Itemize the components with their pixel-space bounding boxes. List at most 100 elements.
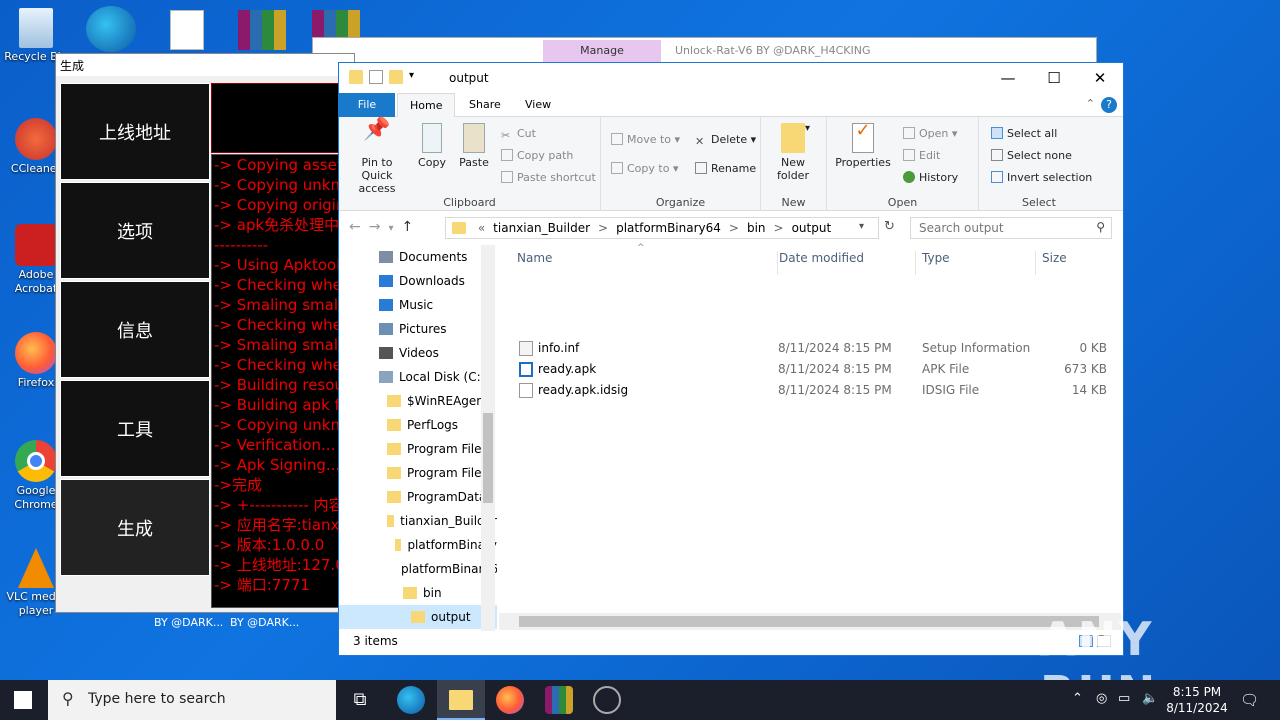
breadcrumb-item[interactable]: output bbox=[792, 221, 832, 235]
copy-to-button[interactable]: Copy to ▾ bbox=[611, 162, 678, 175]
help-icon[interactable]: ? bbox=[1101, 97, 1117, 113]
customize-qat-icon[interactable]: ▾ bbox=[409, 70, 423, 84]
column-header-type[interactable]: Type bbox=[915, 251, 950, 275]
builder-window[interactable]: 生成 上线地址 选项 信息 工具 生成 -> Copying assets -> … bbox=[55, 53, 356, 629]
breadcrumb-separator[interactable]: > bbox=[774, 221, 784, 235]
breadcrumb-separator[interactable]: > bbox=[598, 221, 608, 235]
background-window-tab[interactable]: Manage bbox=[543, 40, 661, 62]
collapse-ribbon-icon[interactable]: ⌃ bbox=[1086, 97, 1095, 110]
up-arrow-icon[interactable]: ↑ bbox=[402, 219, 422, 235]
tab-share[interactable]: Share bbox=[457, 93, 513, 117]
copy-path-button[interactable]: Copy path bbox=[501, 149, 573, 162]
nav-scrollbar[interactable] bbox=[481, 245, 495, 631]
tray-chevron-icon[interactable]: ⌃ bbox=[1072, 691, 1083, 706]
back-arrow-icon[interactable]: ← bbox=[349, 219, 369, 235]
nav-item[interactable]: Downloads bbox=[339, 269, 497, 293]
nav-item[interactable]: $WinREAgent bbox=[339, 389, 497, 413]
nav-item[interactable]: PerfLogs bbox=[339, 413, 497, 437]
column-header-date[interactable]: Date modified bbox=[777, 251, 864, 275]
file-list-hscrollbar[interactable] bbox=[499, 613, 1121, 630]
breadcrumb-separator[interactable]: > bbox=[729, 221, 739, 235]
volume-icon[interactable]: 🔈 bbox=[1142, 691, 1158, 706]
winrar-desktop-icon-2[interactable] bbox=[312, 10, 360, 40]
refresh-icon[interactable]: ↻ bbox=[884, 219, 895, 234]
maximize-icon[interactable]: ☐ bbox=[1031, 63, 1077, 93]
history-button[interactable]: History bbox=[903, 171, 958, 184]
scrollbar-thumb[interactable] bbox=[483, 413, 493, 503]
nav-item[interactable]: output bbox=[339, 605, 497, 629]
address-dropdown-icon[interactable]: ▾ bbox=[859, 221, 864, 232]
builder-nav-options[interactable]: 选项 bbox=[60, 182, 210, 279]
start-button[interactable] bbox=[14, 691, 32, 709]
winrar-taskbar-icon[interactable] bbox=[545, 686, 573, 714]
breadcrumb-item[interactable]: tianxian_Builder bbox=[493, 221, 590, 235]
nav-item[interactable]: Music bbox=[339, 293, 497, 317]
builder-nav-info[interactable]: 信息 bbox=[60, 281, 210, 378]
nav-item[interactable]: Pictures bbox=[339, 317, 497, 341]
app-taskbar-icon[interactable] bbox=[593, 686, 621, 714]
explorer-taskbar-button[interactable] bbox=[437, 680, 485, 720]
firefox-taskbar-icon[interactable] bbox=[496, 686, 524, 714]
nav-item[interactable]: platformBinary64 bbox=[339, 557, 497, 581]
edge-taskbar-icon[interactable] bbox=[397, 686, 425, 714]
network-icon[interactable]: ▭ bbox=[1118, 691, 1130, 706]
invert-selection-button[interactable]: Invert selection bbox=[991, 171, 1092, 184]
nav-item[interactable]: bin bbox=[339, 581, 497, 605]
new-item-button[interactable]: ▾ bbox=[805, 123, 810, 134]
recent-locations-icon[interactable]: ▾ bbox=[388, 223, 401, 234]
builder-nav-tools[interactable]: 工具 bbox=[60, 380, 210, 477]
nav-item[interactable]: Program Files bbox=[339, 437, 497, 461]
edge-desktop-icon[interactable] bbox=[86, 6, 136, 52]
tab-home[interactable]: Home bbox=[397, 93, 456, 117]
builder-nav-generate[interactable]: 生成 bbox=[60, 479, 210, 576]
nav-item[interactable]: Program Files bbox=[339, 461, 497, 485]
nav-item[interactable]: tianxian_Builder bbox=[339, 509, 497, 533]
new-folder-qat-icon[interactable] bbox=[389, 70, 403, 84]
scrollbar-thumb[interactable] bbox=[519, 616, 1099, 627]
builder-nav-address[interactable]: 上线地址 bbox=[60, 83, 210, 180]
nav-item[interactable]: Local Disk (C:) bbox=[339, 365, 497, 389]
delete-button[interactable]: ✕ Delete ▾ bbox=[695, 133, 756, 148]
minimize-icon[interactable]: — bbox=[985, 63, 1031, 93]
tab-file[interactable]: File bbox=[339, 93, 395, 117]
select-none-button[interactable]: Select none bbox=[991, 149, 1072, 162]
search-input[interactable]: Search output ⚲ bbox=[910, 217, 1112, 239]
forward-arrow-icon[interactable]: → bbox=[369, 219, 389, 235]
paste-shortcut-button[interactable]: Paste shortcut bbox=[501, 171, 596, 184]
notification-icon[interactable]: 🗨 bbox=[1240, 691, 1259, 709]
column-header-name[interactable]: Name bbox=[517, 251, 552, 275]
copy-button[interactable]: Copy bbox=[415, 123, 449, 169]
properties-qat-icon[interactable] bbox=[369, 70, 383, 84]
nav-item[interactable]: platformBinary bbox=[339, 533, 497, 557]
paste-button[interactable]: Paste bbox=[457, 123, 491, 169]
column-header-size[interactable]: Size bbox=[1035, 251, 1067, 275]
taskbar-search[interactable]: ⚲ Type here to search bbox=[48, 680, 336, 720]
close-icon[interactable]: ✕ bbox=[1077, 63, 1123, 93]
nav-item[interactable]: Documents bbox=[339, 245, 497, 269]
cut-button[interactable]: ✂ Cut bbox=[501, 127, 536, 142]
breadcrumb-item[interactable]: platformBinary64 bbox=[616, 221, 721, 235]
nav-item[interactable]: Videos bbox=[339, 341, 497, 365]
open-button[interactable]: Open ▾ bbox=[903, 127, 957, 140]
explorer-window[interactable]: ▾ output — ☐ ✕ File Home Share View ⌃ ? … bbox=[338, 62, 1124, 656]
file-row[interactable]: ready.apk 8/11/2024 8:15 PM APK File 673 KB bbox=[499, 359, 1119, 380]
properties-button[interactable]: ✓ Properties bbox=[833, 122, 893, 170]
pin-quick-access-button[interactable]: 📌 Pin to Quick access bbox=[345, 119, 409, 196]
breadcrumb-item[interactable]: bin bbox=[747, 221, 766, 235]
tray-app-icon[interactable]: ◎ bbox=[1096, 691, 1107, 706]
winrar-desktop-icon[interactable] bbox=[238, 10, 286, 50]
tab-view[interactable]: View bbox=[513, 93, 563, 117]
edit-button[interactable]: Edit bbox=[903, 149, 940, 162]
file-row[interactable]: ready.apk.idsig 8/11/2024 8:15 PM IDSIG Fi… bbox=[499, 380, 1119, 401]
rename-button[interactable]: Rename bbox=[695, 162, 756, 175]
file-row[interactable]: info.inf 8/11/2024 8:15 PM Setup Informati… bbox=[499, 338, 1119, 359]
taskbar-clock[interactable]: 8:15 PM 8/11/2024 bbox=[1160, 684, 1234, 716]
task-view-icon[interactable]: ⧉ bbox=[346, 686, 374, 714]
move-to-button[interactable]: Move to ▾ bbox=[611, 133, 680, 146]
image-file-desktop-icon[interactable] bbox=[170, 10, 204, 50]
address-bar[interactable]: « tianxian_Builder > platformBinary64 > bin > o… bbox=[445, 217, 879, 239]
select-all-button[interactable]: Select all bbox=[991, 127, 1057, 140]
breadcrumb-item[interactable]: « bbox=[478, 221, 485, 235]
nav-item[interactable]: ProgramData bbox=[339, 485, 497, 509]
search-icon: ⚲ bbox=[1096, 220, 1105, 234]
